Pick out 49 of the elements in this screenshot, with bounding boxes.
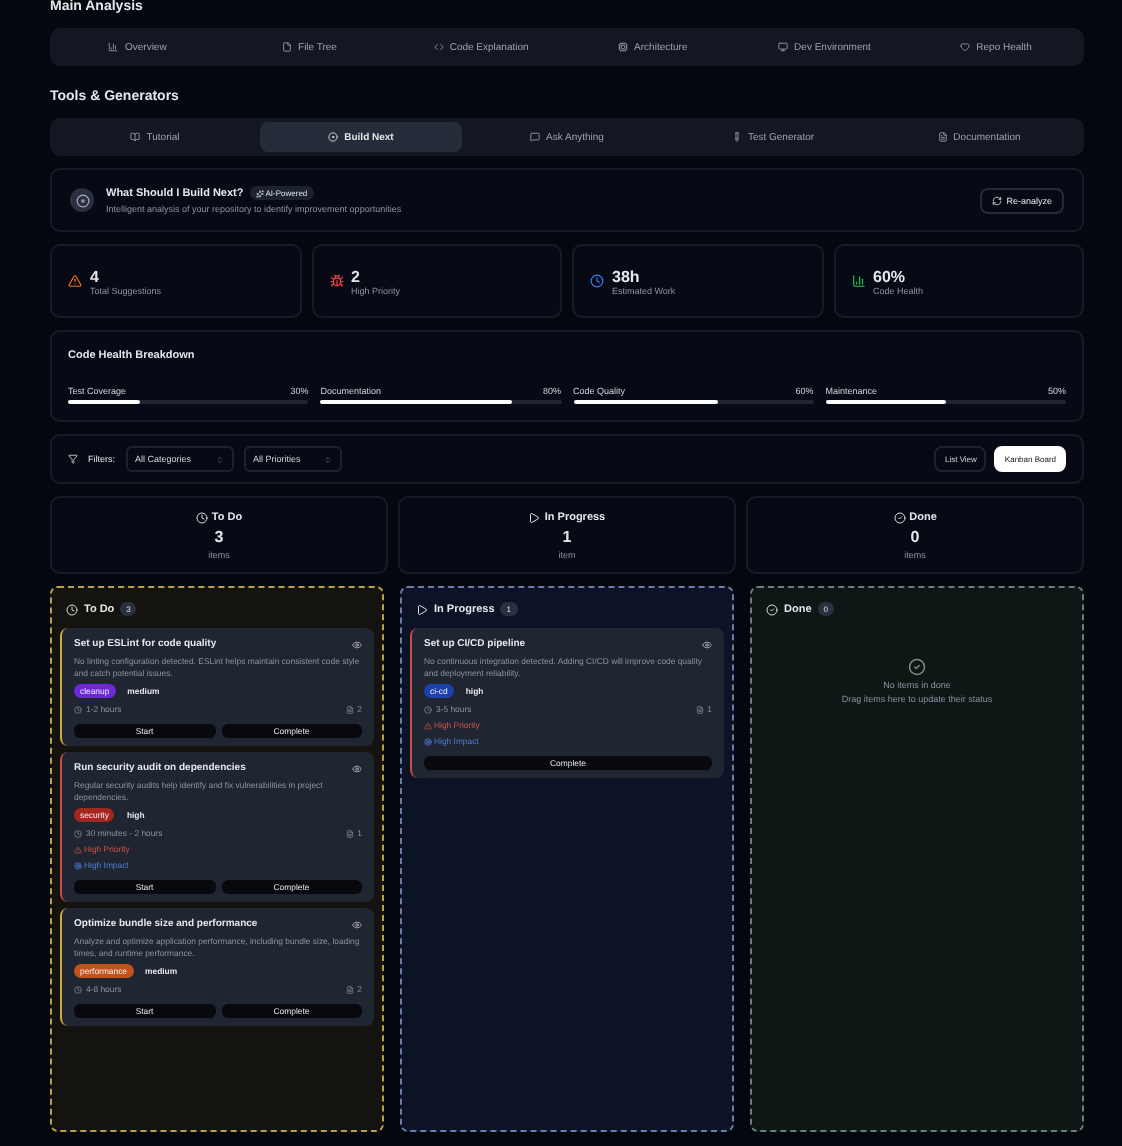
tab-icon (282, 42, 293, 52)
summary-count: 0 (910, 528, 920, 546)
status-icon (66, 603, 78, 615)
tab-icon (937, 132, 948, 142)
filter-icon (68, 454, 78, 464)
clock-icon (74, 829, 82, 837)
clock-icon (74, 705, 82, 713)
stat-icon (329, 274, 343, 288)
status-icon (893, 512, 906, 524)
file-icon (345, 705, 354, 713)
summary-count: 3 (214, 528, 224, 546)
stat-icon (590, 274, 604, 288)
stat-value: 2 (351, 267, 362, 285)
tab-icon (433, 42, 444, 52)
tab-icon (530, 132, 541, 142)
check-icon (908, 658, 926, 676)
sparkle-icon (255, 189, 264, 197)
tab-icon (328, 132, 339, 142)
eye-icon (352, 639, 362, 649)
tab-icon (618, 42, 629, 52)
tab-icon (778, 42, 789, 52)
clock-icon (424, 705, 432, 713)
eye-icon (702, 639, 712, 649)
tab-icon (108, 42, 119, 52)
summary-count: 1 (562, 528, 572, 546)
disc-icon (75, 193, 89, 207)
eye-icon (352, 919, 362, 929)
status-icon (195, 512, 208, 524)
flag-icon (424, 737, 432, 745)
stat-value: 4 (90, 267, 101, 285)
stat-value: 60% (873, 267, 908, 285)
file-icon (345, 985, 354, 993)
file-icon (345, 829, 354, 837)
tab-icon (130, 132, 141, 142)
stat-icon (851, 274, 865, 288)
refresh-icon (992, 195, 1003, 205)
status-icon (528, 512, 541, 524)
flag-icon (74, 845, 82, 853)
flag-icon (424, 721, 432, 729)
status-icon (416, 603, 428, 615)
tab-icon (960, 42, 971, 52)
status-icon (766, 603, 778, 615)
file-icon (695, 705, 704, 713)
clock-icon (74, 985, 82, 993)
flag-icon (74, 861, 82, 869)
eye-icon (352, 763, 362, 773)
stat-icon (68, 274, 82, 288)
tab-icon (731, 132, 742, 142)
stat-value: 38h (612, 267, 642, 285)
